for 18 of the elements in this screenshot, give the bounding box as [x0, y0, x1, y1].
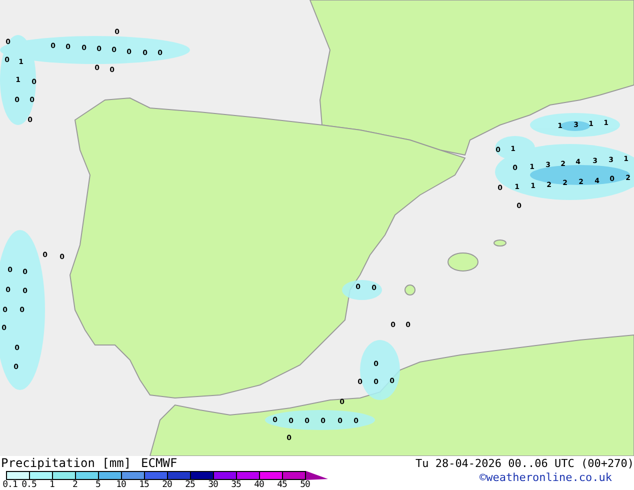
scale-label: 5	[96, 480, 100, 490]
scale-label: 35	[231, 480, 241, 490]
legend-title: Precipitation [mm]	[1, 456, 132, 470]
credit-link[interactable]: ©weatheronline.co.uk	[480, 471, 612, 485]
scale-label: 15	[139, 480, 149, 490]
scale-label: 20	[162, 480, 172, 490]
scale-label: 2	[72, 480, 78, 490]
scale-label: 45	[277, 480, 287, 490]
valid-time: Tu 28-04-2026 00..06 UTC (00+270)	[415, 456, 634, 471]
scale-label: 1	[50, 480, 54, 490]
scale-label: 25	[185, 480, 195, 490]
scale-label: 0.5	[22, 480, 36, 490]
model-name: ECMWF	[141, 456, 178, 470]
scale-label: 50	[300, 480, 310, 490]
scale-label: 0.1	[2, 480, 18, 490]
scale-label: 10	[116, 480, 126, 490]
scale-label: 30	[208, 480, 218, 490]
scale-label: 40	[254, 480, 264, 490]
